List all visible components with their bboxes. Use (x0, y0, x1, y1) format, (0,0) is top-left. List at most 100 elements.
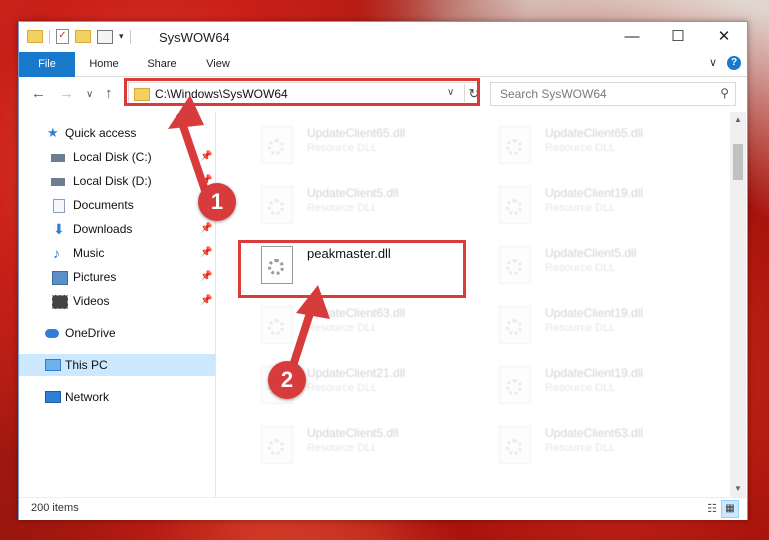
forward-arrow-icon[interactable]: → (59, 85, 74, 102)
dll-file-icon (261, 426, 293, 464)
sidebar-item-label: Pictures (73, 270, 117, 284)
tab-home[interactable]: Home (79, 52, 129, 76)
sidebar-item-label: Local Disk (C:) (73, 150, 152, 164)
sidebar-item-pictures[interactable]: Pictures 📌 (19, 266, 215, 288)
title-bar: ✓ ▾ SysWOW64 — ☐ ✕ (19, 22, 747, 52)
search-input[interactable]: Search SysWOW64 (500, 87, 607, 101)
file-name: UpdateClient19.dll (545, 366, 644, 380)
help-icon[interactable]: ? (727, 56, 741, 70)
sidebar-item-label: Downloads (73, 222, 133, 236)
gear-icon (506, 319, 522, 335)
dll-file-icon (499, 426, 531, 464)
search-icon[interactable]: ⚲ (720, 86, 729, 100)
pictures-icon (52, 271, 68, 285)
file-item[interactable]: UpdateClient19.dll Resource DLL (477, 180, 697, 226)
network-icon (45, 391, 61, 403)
pin-icon[interactable]: 📌 (200, 242, 212, 264)
file-type: Resource DLL (545, 262, 616, 274)
details-view-icon[interactable]: ☷ (707, 502, 717, 515)
file-name: UpdateClient65.dll (307, 126, 406, 140)
pin-icon[interactable]: 📌 (200, 266, 212, 288)
gear-icon (506, 439, 522, 455)
file-item[interactable]: UpdateClient65.dll Resource DLL (477, 120, 697, 166)
maximize-button[interactable]: ☐ (655, 22, 701, 52)
toolbar-divider (49, 29, 50, 44)
minimize-button[interactable]: — (609, 22, 655, 52)
toolbar-divider (129, 29, 131, 44)
sidebar-item-label: Music (73, 246, 105, 260)
pin-icon[interactable]: 📌 (200, 290, 212, 312)
sidebar-item-network[interactable]: Network (19, 386, 215, 408)
close-button[interactable]: ✕ (701, 22, 747, 52)
properties-check-icon[interactable]: ✓ (56, 29, 69, 44)
file-type: Resource DLL (545, 442, 616, 454)
file-type: Resource DLL (545, 382, 616, 394)
sidebar-item-label: Network (65, 390, 110, 404)
sidebar-item-music[interactable]: ♪ Music 📌 (19, 242, 215, 264)
sidebar-item-label: Quick access (65, 126, 137, 140)
file-type: Resource DLL (307, 142, 378, 154)
gear-icon (506, 139, 522, 155)
vertical-scrollbar[interactable]: ▲ ▼ (730, 112, 746, 497)
file-item[interactable]: UpdateClient5.dll Resource DLL (477, 240, 697, 286)
drive-icon (51, 154, 65, 162)
gear-icon (268, 199, 284, 215)
sidebar-item-label: OneDrive (65, 326, 116, 340)
large-icons-view-icon[interactable]: ▦ (721, 500, 739, 518)
file-type: Resource DLL (307, 202, 378, 214)
item-count: 200 items (31, 502, 79, 514)
star-icon: ★ (47, 125, 59, 140)
sidebar-item-onedrive[interactable]: OneDrive (19, 322, 215, 344)
file-type: Resource DLL (545, 322, 616, 334)
up-arrow-icon[interactable]: ↑ (105, 85, 113, 102)
gear-icon (506, 259, 522, 275)
status-bar: 200 items ☷ ▦ (19, 497, 747, 520)
pin-icon[interactable]: 📌 (200, 218, 212, 240)
file-name: UpdateClient19.dll (545, 306, 644, 320)
file-name: UpdateClient5.dll (307, 186, 399, 200)
annotation-step-2: 2 (268, 361, 306, 399)
sidebar-item-videos[interactable]: Videos 📌 (19, 290, 215, 312)
file-explorer-window: ✓ ▾ SysWOW64 — ☐ ✕ File Home Share View … (18, 21, 748, 520)
sidebar-item-this-pc[interactable]: This PC (19, 354, 215, 376)
scroll-down-icon[interactable]: ▼ (730, 481, 746, 497)
scrollbar-thumb[interactable] (733, 144, 743, 180)
customize-view-icon[interactable] (97, 29, 113, 44)
file-item[interactable]: UpdateClient5.dll Resource DLL (239, 180, 459, 226)
file-type: Resource DLL (545, 142, 616, 154)
toolbar-dropdown-icon[interactable]: ▾ (119, 31, 124, 42)
music-icon: ♪ (53, 245, 60, 261)
dll-file-icon (499, 246, 531, 284)
tab-view[interactable]: View (193, 52, 243, 76)
file-item[interactable]: UpdateClient19.dll Resource DLL (477, 360, 697, 406)
scroll-up-icon[interactable]: ▲ (730, 112, 746, 128)
gear-icon (268, 139, 284, 155)
search-box[interactable]: Search SysWOW64 ⚲ (490, 82, 736, 106)
drive-icon (51, 178, 65, 186)
file-item[interactable]: UpdateClient5.dll Resource DLL (239, 420, 459, 466)
cloud-icon (45, 329, 59, 338)
sidebar-item-label: Documents (73, 198, 134, 212)
dll-file-icon (261, 186, 293, 224)
gear-icon (268, 439, 284, 455)
file-name: UpdateClient5.dll (307, 426, 399, 440)
address-row: ← → ∨ ↑ C:\Windows\SysWOW64 ∨ ↻ Search S… (19, 77, 747, 111)
file-item[interactable]: UpdateClient63.dll Resource DLL (477, 420, 697, 466)
dll-file-icon (499, 186, 531, 224)
file-type: Resource DLL (545, 202, 616, 214)
file-name: UpdateClient65.dll (545, 126, 644, 140)
file-name: UpdateClient19.dll (545, 186, 644, 200)
dll-file-icon (499, 306, 531, 344)
new-folder-icon[interactable] (75, 30, 91, 43)
gear-icon (506, 379, 522, 395)
annotation-step-1: 1 (198, 183, 236, 221)
sidebar-item-downloads[interactable]: ⬇ Downloads 📌 (19, 218, 215, 240)
ribbon-tabs: File Home Share View ∨ ? (19, 52, 747, 98)
ribbon-collapse-icon[interactable]: ∨ (709, 56, 717, 69)
tab-share[interactable]: Share (137, 52, 187, 76)
file-item[interactable]: UpdateClient65.dll Resource DLL (239, 120, 459, 166)
back-arrow-icon[interactable]: ← (31, 85, 46, 102)
file-item[interactable]: UpdateClient19.dll Resource DLL (477, 300, 697, 346)
sidebar-item-label: Local Disk (D:) (73, 174, 152, 188)
recent-locations-icon[interactable]: ∨ (86, 89, 93, 100)
